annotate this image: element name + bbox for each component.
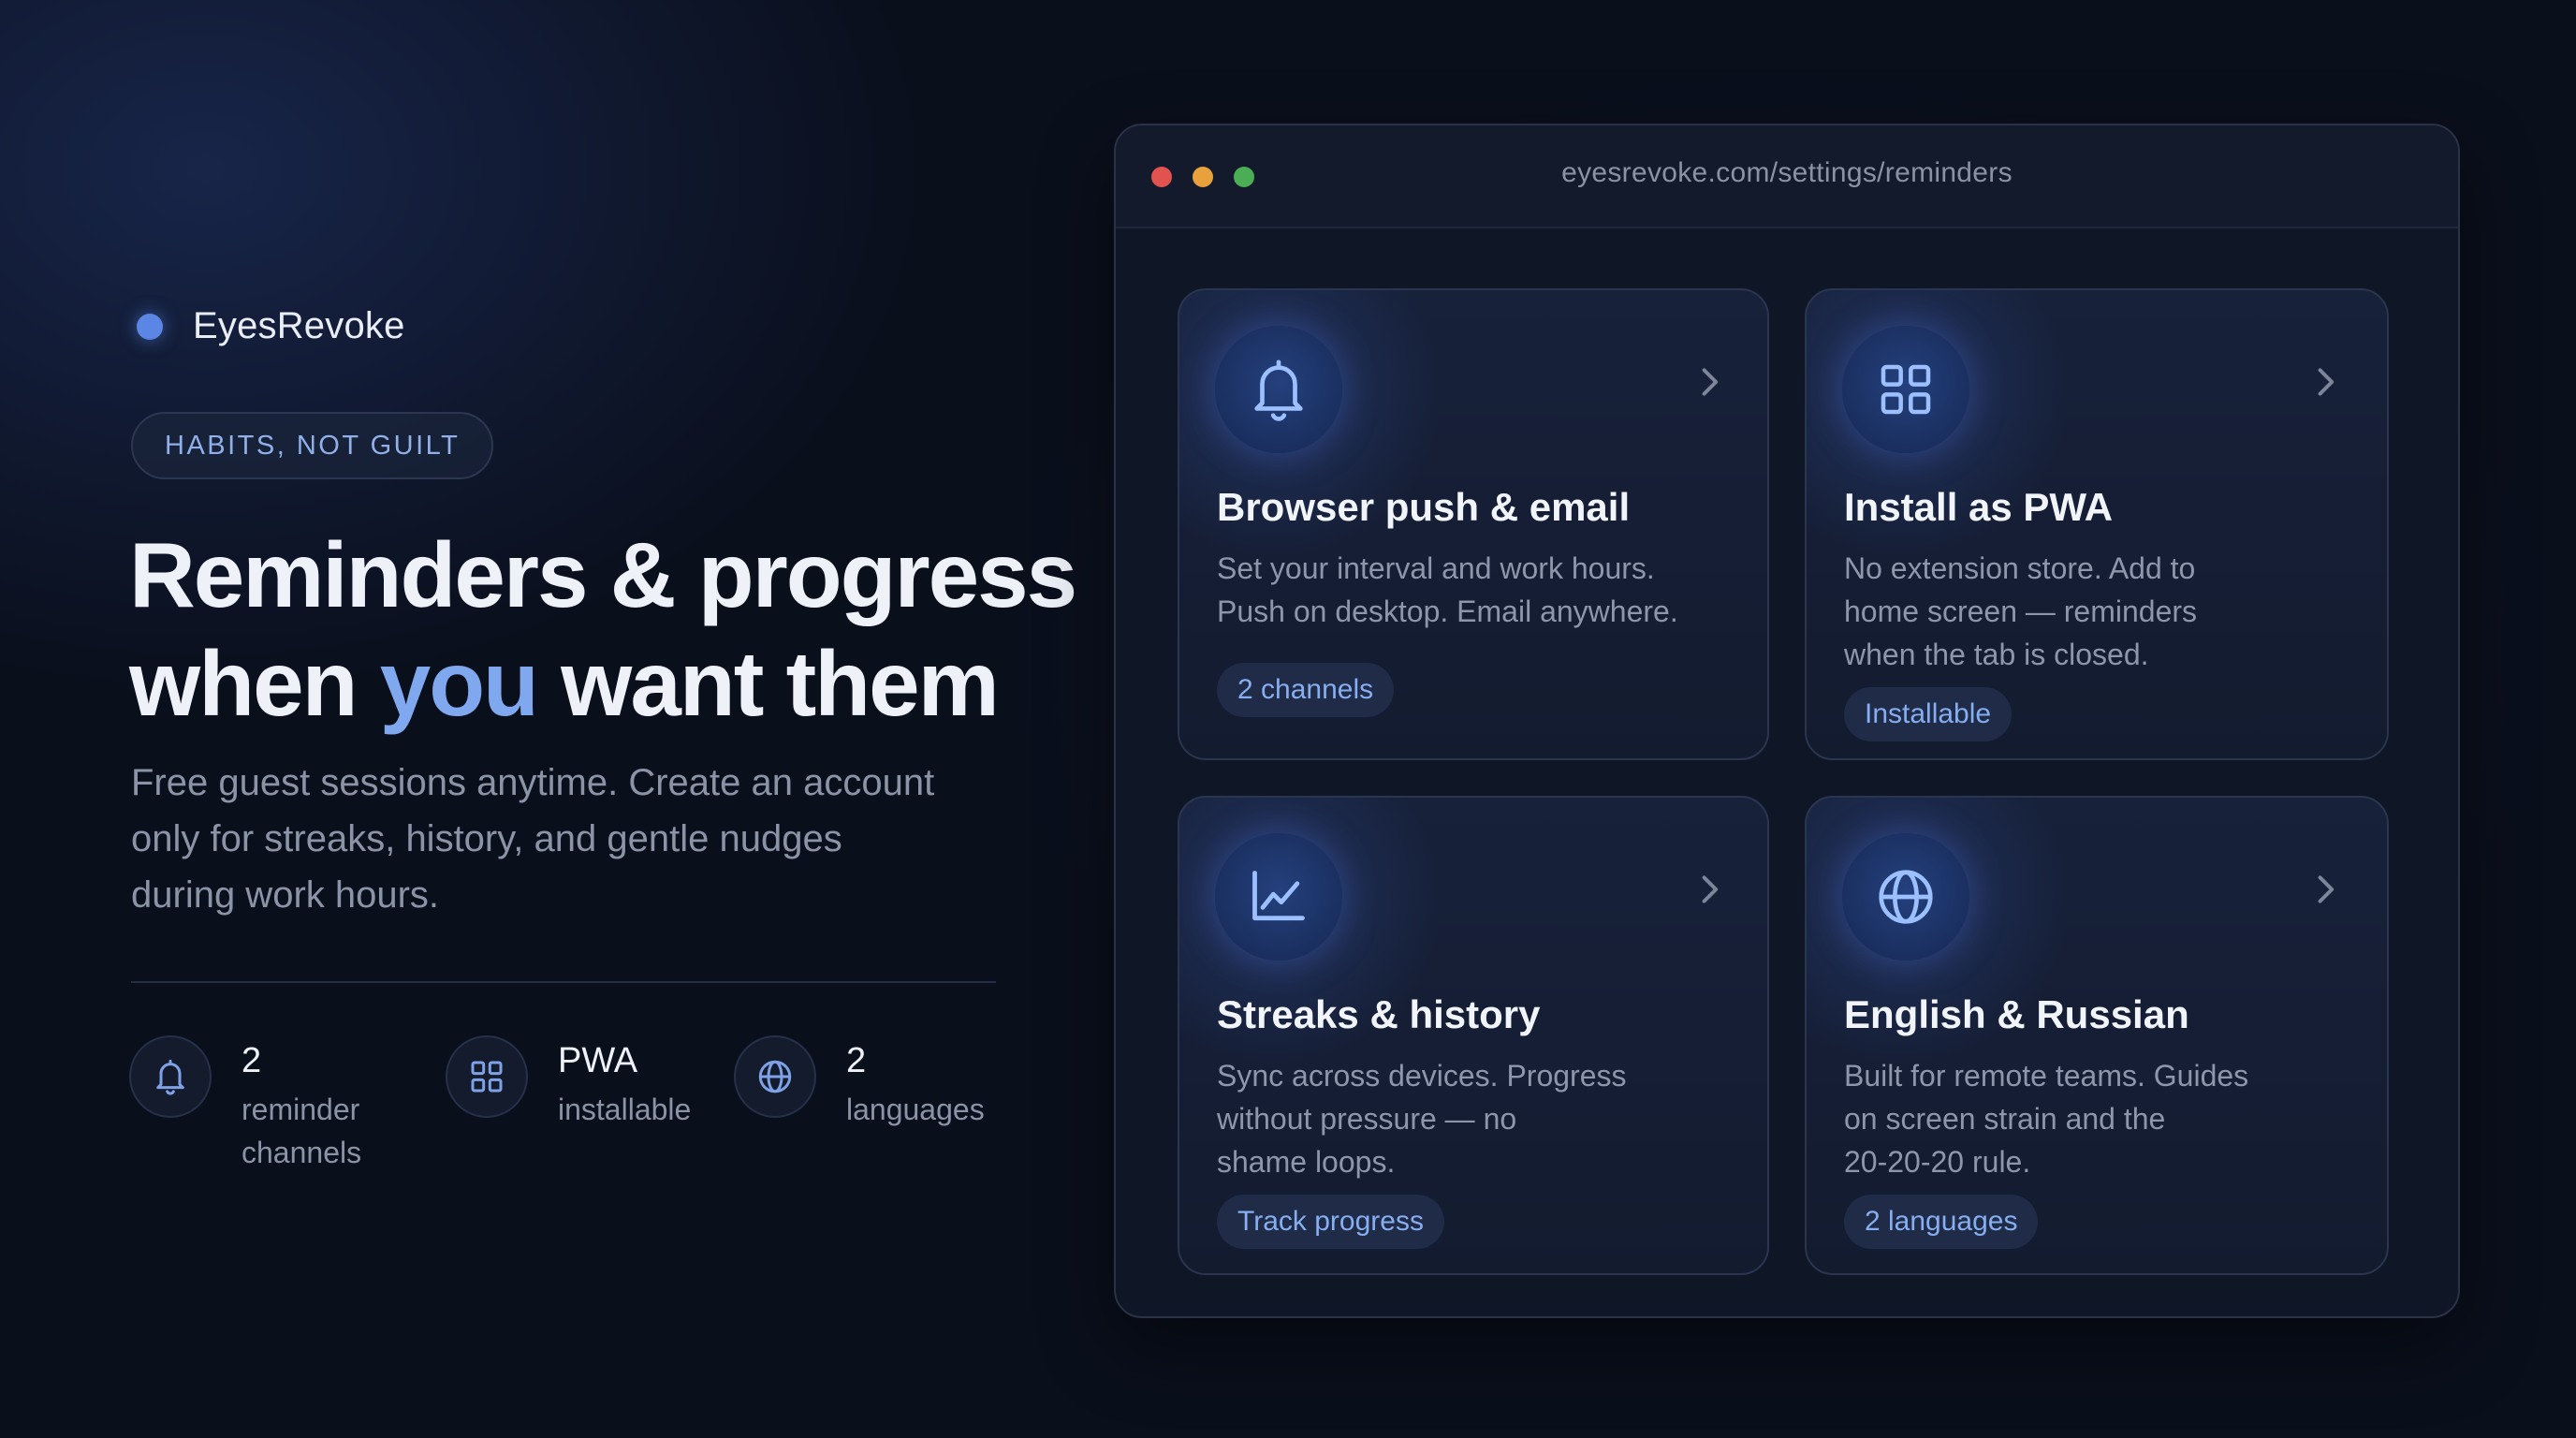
stat-pwa: PWA installable	[446, 1035, 691, 1131]
brand-name: EyesRevoke	[193, 305, 405, 346]
card-title: English & Russian	[1844, 992, 2189, 1036]
subtitle-line: Free guest sessions anytime. Create an a…	[131, 762, 935, 803]
bell-icon	[1215, 326, 1342, 453]
card-desc-line: No extension store. Add to	[1844, 551, 2196, 585]
stat-languages: 2 languages	[734, 1035, 985, 1131]
card-desc-line: without pressure — no	[1217, 1102, 1517, 1136]
globe-icon	[734, 1035, 816, 1118]
stat-label: installable	[558, 1088, 691, 1131]
grid-icon	[1842, 326, 1969, 453]
card-tag: Track progress	[1217, 1195, 1444, 1249]
browser-window: eyesrevoke.com/settings/reminders Browse…	[1114, 124, 2460, 1318]
chart-line-icon	[1215, 833, 1342, 961]
chevron-right-icon[interactable]	[2312, 873, 2338, 906]
card-desc-line: home screen — reminders	[1844, 594, 2198, 628]
card-tag: 2 languages	[1844, 1195, 2039, 1249]
stat-label-line: installable	[558, 1093, 692, 1126]
card-desc-line: Built for remote teams. Guides	[1844, 1059, 2249, 1093]
card-install-pwa[interactable]: Install as PWA No extension store. Add t…	[1805, 288, 2389, 760]
headline-line-2-post: want them	[536, 632, 1000, 735]
stat-value: PWA	[558, 1041, 638, 1080]
stat-value: 2	[846, 1041, 867, 1080]
stat-label: languages	[846, 1088, 985, 1131]
card-desc-line: Set your interval and work hours.	[1217, 551, 1655, 585]
chevron-right-icon[interactable]	[1696, 365, 1722, 399]
hero-subtitle: Free guest sessions anytime. Create an a…	[131, 755, 955, 923]
chevron-right-icon[interactable]	[2312, 365, 2338, 399]
card-title: Browser push & email	[1217, 485, 1631, 529]
stat-label-line: reminder	[242, 1093, 360, 1126]
browser-titlebar: eyesrevoke.com/settings/reminders	[1116, 125, 2458, 228]
card-description: No extension store. Add to home screen —…	[1844, 547, 2197, 676]
headline-line-1: Reminders & progress	[129, 523, 1077, 626]
page: EyesRevoke HABITS, NOT GUILT Reminders &…	[0, 0, 2576, 1438]
card-browser-push-email[interactable]: Browser push & email Set your interval a…	[1178, 288, 1769, 760]
card-desc-line: 20-20-20 rule.	[1844, 1145, 2031, 1179]
card-title: Install as PWA	[1844, 485, 2114, 529]
grid-icon	[446, 1035, 528, 1118]
subtitle-line: during work hours.	[131, 874, 440, 916]
card-description: Sync across devices. Progress without pr…	[1217, 1054, 1627, 1183]
tagline-pill: HABITS, NOT GUILT	[131, 412, 494, 479]
address-bar[interactable]: eyesrevoke.com/settings/reminders	[1116, 157, 2458, 189]
card-tag: Installable	[1844, 687, 2012, 741]
headline-line-2-pre: when	[129, 632, 380, 735]
divider	[131, 981, 996, 983]
card-desc-line: Push on desktop. Email anywhere.	[1217, 594, 1678, 628]
page-title: Reminders & progress when you want them	[129, 521, 1077, 738]
card-desc-line: shame loops.	[1217, 1145, 1396, 1179]
stat-label-line: languages	[846, 1093, 985, 1126]
stat-value: 2	[242, 1041, 262, 1080]
card-title: Streaks & history	[1217, 992, 1541, 1036]
globe-icon	[1842, 833, 1969, 961]
card-description: Set your interval and work hours. Push o…	[1217, 547, 1678, 633]
card-english-russian[interactable]: English & Russian Built for remote teams…	[1805, 796, 2389, 1275]
chevron-right-icon[interactable]	[1696, 873, 1722, 906]
brand-dot-icon	[137, 313, 163, 340]
subtitle-line: only for streaks, history, and gentle nu…	[131, 818, 842, 859]
bell-icon	[129, 1035, 212, 1118]
card-desc-line: when the tab is closed.	[1844, 638, 2149, 671]
card-tag: 2 channels	[1217, 663, 1395, 717]
stat-reminder-channels: 2 reminder channels	[129, 1035, 361, 1174]
card-streaks-history[interactable]: Streaks & history Sync across devices. P…	[1178, 796, 1769, 1275]
card-desc-line: Sync across devices. Progress	[1217, 1059, 1627, 1093]
headline-highlight: you	[379, 632, 539, 735]
stat-label-line: channels	[242, 1136, 362, 1169]
card-description: Built for remote teams. Guides on screen…	[1844, 1054, 2248, 1183]
stat-label: reminder channels	[242, 1088, 361, 1174]
card-desc-line: on screen strain and the	[1844, 1102, 2166, 1136]
brand[interactable]: EyesRevoke	[137, 305, 405, 347]
